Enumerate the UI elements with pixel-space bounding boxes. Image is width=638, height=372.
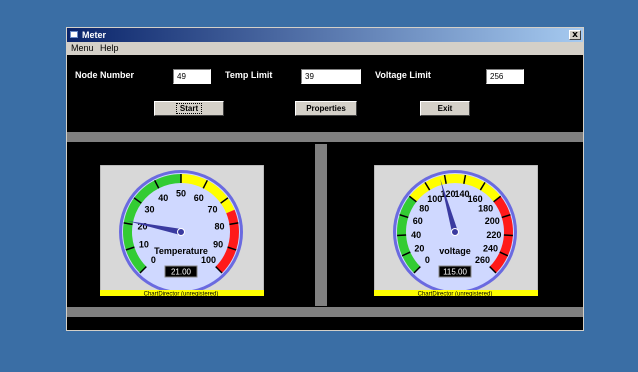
- voltage-gauge-tick-label: 40: [411, 230, 421, 240]
- temperature-gauge-tick-label: 30: [144, 205, 154, 215]
- close-button[interactable]: x: [569, 30, 581, 40]
- voltage-gauge-tick: [397, 234, 407, 237]
- app-icon: [70, 31, 78, 38]
- properties-button[interactable]: Properties: [295, 101, 357, 116]
- temperature-gauge-tick-label: 70: [208, 205, 218, 215]
- temperature-gauge-tick-label: 50: [176, 189, 186, 199]
- temperature-gauge-footer-text: ChartDirector (unregistered): [144, 292, 219, 297]
- voltage-limit-label: Voltage Limit: [375, 70, 431, 80]
- voltage-gauge-tick-label: 80: [419, 203, 429, 213]
- start-button[interactable]: Start: [154, 101, 224, 116]
- temperature-gauge-needle-hub: [177, 228, 185, 236]
- voltage-gauge-tick-label: 20: [414, 244, 424, 254]
- voltage-gauge: 020406080100120 140160180200220240260volt…: [374, 165, 538, 296]
- menu-item-menu[interactable]: Menu: [71, 42, 94, 55]
- voltage-gauge-tick-label: 0: [425, 255, 430, 265]
- voltage-gauge-tick-label: 60: [413, 216, 423, 226]
- temperature-gauge-tick-label: 10: [139, 240, 149, 250]
- node-number-label: Node Number: [75, 70, 135, 80]
- voltage-gauge-needle-hub: [451, 228, 459, 236]
- meter-window: Meter x Menu Help Node Number 49 Temp Li…: [66, 27, 584, 331]
- temperature-gauge-tick-label: 60: [194, 193, 204, 203]
- menu-bar: Menu Help: [67, 42, 583, 55]
- menu-item-help[interactable]: Help: [100, 42, 119, 55]
- voltage-gauge-tick-label: 260: [475, 255, 490, 265]
- temperature-gauge-tick-label: 90: [213, 240, 223, 250]
- temperature-gauge-label: Temperature: [154, 246, 208, 256]
- voltage-gauge-tick-label: 120: [440, 189, 455, 199]
- temperature-gauge-readout: 21.00: [171, 268, 192, 277]
- temp-limit-field[interactable]: 39: [301, 69, 361, 84]
- temperature-gauge-tick-label: 80: [215, 221, 225, 231]
- voltage-gauge-tick-label: 180: [478, 203, 493, 213]
- bottom-separator: [67, 307, 583, 317]
- start-button-label: Start: [175, 103, 203, 114]
- node-number-field[interactable]: 49: [173, 69, 211, 84]
- temperature-gauge: 010203040 50 60708090100Temperature21.00Ch…: [100, 165, 264, 296]
- temp-limit-label: Temp Limit: [225, 70, 273, 80]
- voltage-gauge-tick-label: 220: [486, 230, 501, 240]
- voltage-gauge-tick: [503, 234, 513, 237]
- voltage-gauge-label: voltage: [439, 246, 471, 256]
- voltage-gauge-readout: 115.00: [443, 268, 467, 277]
- exit-button[interactable]: Exit: [420, 101, 470, 116]
- title-bar[interactable]: Meter x: [67, 28, 583, 42]
- top-separator: [67, 132, 583, 142]
- window-title: Meter: [82, 30, 107, 40]
- voltage-gauge-footer-text: ChartDirector (unregistered): [418, 292, 493, 297]
- temperature-gauge-tick-label: 100: [201, 255, 216, 265]
- temperature-gauge-tick-label: 40: [158, 193, 168, 203]
- voltage-gauge-tick-label: 200: [485, 216, 500, 226]
- middle-separator: [315, 144, 327, 306]
- voltage-limit-field[interactable]: 256: [486, 69, 524, 84]
- temperature-gauge-tick-label: 0: [151, 255, 156, 265]
- voltage-gauge-tick-label: 240: [483, 244, 498, 254]
